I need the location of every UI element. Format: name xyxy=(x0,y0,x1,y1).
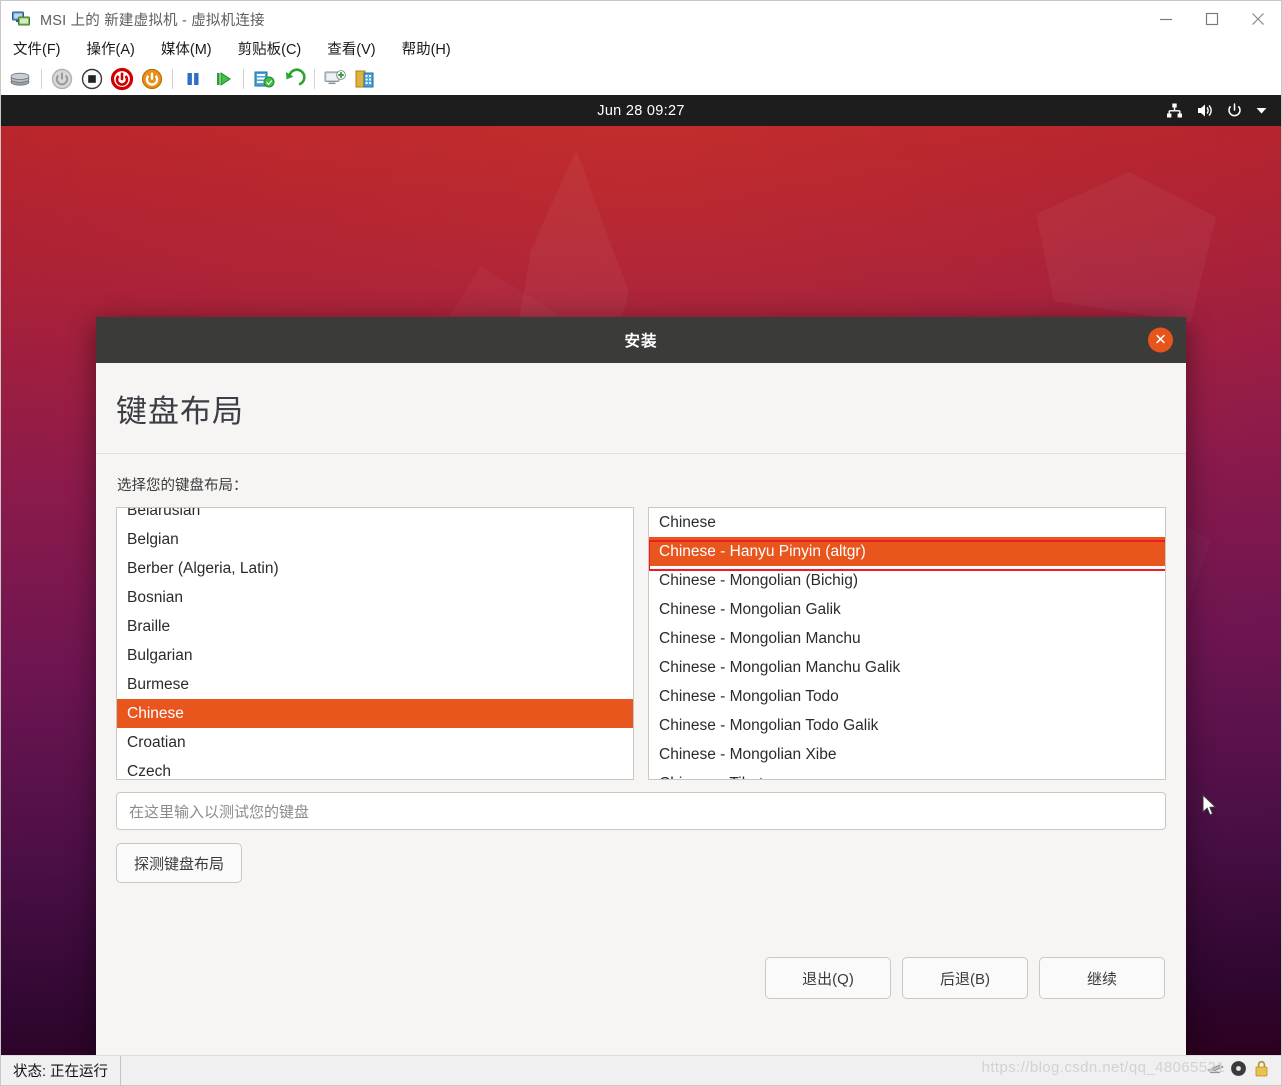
keyboard-test-input[interactable]: 在这里输入以测试您的键盘 xyxy=(116,792,1166,830)
power-icon[interactable] xyxy=(1226,102,1243,119)
enhanced-session-icon[interactable] xyxy=(322,66,348,92)
wallpaper-shape xyxy=(1036,172,1216,322)
gnome-indicators xyxy=(1166,95,1267,126)
toolbar xyxy=(1,63,1281,95)
menu-media[interactable]: 媒体(M) xyxy=(161,37,212,63)
maximize-icon[interactable] xyxy=(1189,2,1235,37)
back-button[interactable]: 后退(B) xyxy=(902,957,1028,999)
list-item[interactable]: Chinese - Mongolian (Bichig) xyxy=(649,566,1165,595)
list-item[interactable]: Croatian xyxy=(117,728,633,757)
resume-icon[interactable] xyxy=(210,66,236,92)
pause-icon[interactable] xyxy=(180,66,206,92)
dialog-close-icon[interactable]: ✕ xyxy=(1148,327,1173,353)
dialog-body: 键盘布局 选择您的键盘布局： Belarusian Belgian Berber… xyxy=(96,363,1186,1055)
dialog-titlebar: 安装 ✕ xyxy=(96,317,1186,363)
checkpoint-icon[interactable] xyxy=(251,66,277,92)
menu-view[interactable]: 查看(V) xyxy=(327,37,375,63)
list-item[interactable]: Chinese - Mongolian Xibe xyxy=(649,740,1165,769)
vm-connect-icon xyxy=(11,9,31,29)
list-item[interactable]: Czech xyxy=(117,757,633,779)
list-item-selected[interactable]: Chinese - Hanyu Pinyin (altgr) xyxy=(649,537,1165,566)
quit-button[interactable]: 退出(Q) xyxy=(765,957,891,999)
disk-status-icon xyxy=(1229,1059,1248,1083)
list-item[interactable]: Chinese - Mongolian Galik xyxy=(649,595,1165,624)
network-icon[interactable] xyxy=(1166,102,1183,119)
list-item[interactable]: Chinese - Mongolian Manchu xyxy=(649,624,1165,653)
key-status-icon xyxy=(1252,1059,1271,1083)
guest-screen: Jun 28 09:27 安装 ✕ 键盘布局 选择您的键盘布局： Belarus… xyxy=(1,95,1281,1055)
revert-icon[interactable] xyxy=(281,66,307,92)
keyboard-lists: Belarusian Belgian Berber (Algeria, Lati… xyxy=(116,507,1166,780)
close-icon[interactable] xyxy=(1235,2,1281,37)
list-item[interactable]: Chinese - Mongolian Todo Galik xyxy=(649,711,1165,740)
shutdown-icon[interactable] xyxy=(109,66,135,92)
list-item[interactable]: Bosnian xyxy=(117,583,633,612)
keyboard-language-list[interactable]: Belarusian Belgian Berber (Algeria, Lati… xyxy=(116,507,634,780)
list-item[interactable]: Chinese xyxy=(649,508,1165,537)
page-title: 键盘布局 xyxy=(116,393,244,429)
continue-button[interactable]: 继续 xyxy=(1039,957,1165,999)
list-item[interactable]: Chinese - Mongolian Manchu Galik xyxy=(649,653,1165,682)
gnome-clock[interactable]: Jun 28 09:27 xyxy=(1,103,1281,119)
list-item-selected[interactable]: Chinese xyxy=(117,699,633,728)
field-label: 选择您的键盘布局： xyxy=(117,478,248,494)
status-text: 状态: 正在运行 xyxy=(1,1055,122,1086)
mouse-cursor xyxy=(1202,793,1218,817)
dialog-actions: 退出(Q) 后退(B) 继续 xyxy=(765,957,1165,999)
list-item[interactable]: Chinese - Mongolian Todo xyxy=(649,682,1165,711)
toolbar-separator xyxy=(243,69,244,89)
window-titlebar: MSI 上的 新建虚拟机 - 虚拟机连接 xyxy=(1,1,1281,37)
dialog-title: 安装 xyxy=(624,333,658,350)
start-power-icon[interactable] xyxy=(49,66,75,92)
list-item[interactable]: Bulgarian xyxy=(117,641,633,670)
toolbar-separator xyxy=(41,69,42,89)
menu-clipboard[interactable]: 剪贴板(C) xyxy=(238,37,302,63)
detect-layout-button[interactable]: 探测键盘布局 xyxy=(116,843,243,883)
window-title: MSI 上的 新建虚拟机 - 虚拟机连接 xyxy=(40,12,265,29)
list-item[interactable]: Burmese xyxy=(117,670,633,699)
toolbar-separator xyxy=(172,69,173,89)
keyboard-variant-list[interactable]: Chinese Chinese - Hanyu Pinyin (altgr) C… xyxy=(648,507,1166,780)
statusbar: 状态: 正在运行 xyxy=(1,1055,1281,1086)
menu-help[interactable]: 帮助(H) xyxy=(402,37,451,63)
minimize-icon[interactable] xyxy=(1143,2,1189,37)
chevron-down-icon[interactable] xyxy=(1256,105,1267,116)
menu-file[interactable]: 文件(F) xyxy=(13,37,61,63)
list-item[interactable]: Chinese - Tibetan xyxy=(649,769,1165,779)
reset-icon[interactable] xyxy=(139,66,165,92)
installer-dialog: 安装 ✕ 键盘布局 选择您的键盘布局： Belarusian Belgian B… xyxy=(96,317,1186,1055)
keyboard-form: 选择您的键盘布局： Belarusian Belgian Berber (Alg… xyxy=(96,454,1186,883)
menu-action[interactable]: 操作(A) xyxy=(87,37,135,63)
settings-icon[interactable] xyxy=(352,66,378,92)
network-status-icon xyxy=(1206,1059,1225,1083)
gnome-top-bar: Jun 28 09:27 xyxy=(1,95,1281,126)
turn-off-icon[interactable] xyxy=(79,66,105,92)
menubar: 文件(F) 操作(A) 媒体(M) 剪贴板(C) 查看(V) 帮助(H) xyxy=(1,37,1281,63)
list-item[interactable]: Belarusian xyxy=(117,508,633,525)
vm-connection-window: MSI 上的 新建虚拟机 - 虚拟机连接 文件(F) 操作(A) 媒体(M) 剪… xyxy=(0,0,1282,1086)
list-item[interactable]: Berber (Algeria, Latin) xyxy=(117,554,633,583)
ctrl-alt-del-icon[interactable] xyxy=(8,66,34,92)
volume-icon[interactable] xyxy=(1196,102,1213,119)
page-header: 键盘布局 xyxy=(96,363,1186,454)
statusbar-icons xyxy=(1206,1059,1281,1083)
toolbar-separator xyxy=(314,69,315,89)
list-item[interactable]: Belgian xyxy=(117,525,633,554)
list-item[interactable]: Braille xyxy=(117,612,633,641)
